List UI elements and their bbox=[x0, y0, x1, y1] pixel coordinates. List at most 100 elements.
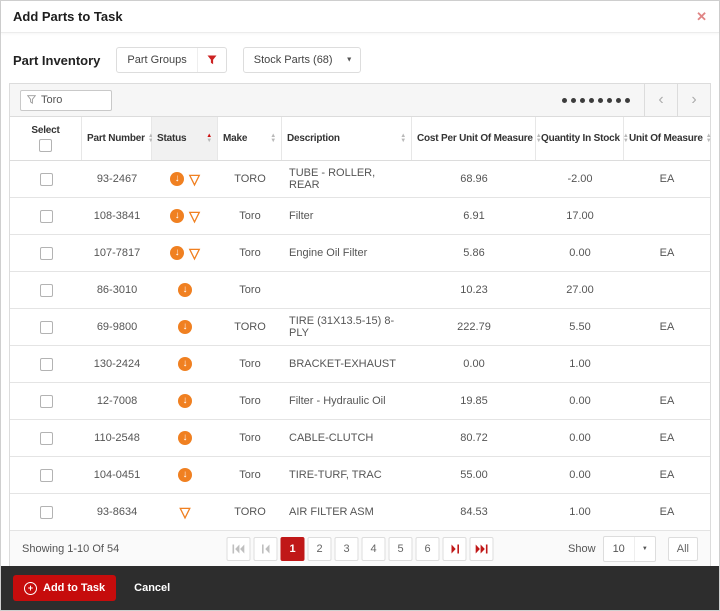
column-header-cost[interactable]: Cost Per Unit Of Measure bbox=[412, 117, 536, 160]
quantity-cell: 0.00 bbox=[536, 457, 624, 493]
part-number-cell: 12-7008 bbox=[82, 383, 152, 419]
arrow-down-circle-icon bbox=[170, 246, 184, 260]
warning-triangle-icon bbox=[180, 505, 191, 519]
column-header-make[interactable]: Make bbox=[218, 117, 282, 160]
column-header-uom[interactable]: Unit Of Measure bbox=[624, 117, 710, 160]
columns-next-button[interactable] bbox=[677, 84, 710, 116]
description-cell: AIR FILTER ASM bbox=[282, 494, 412, 530]
close-icon[interactable] bbox=[696, 10, 707, 23]
row-checkbox[interactable] bbox=[40, 469, 53, 482]
parts-grid: Select Part Number Status Make Descripti… bbox=[9, 83, 711, 567]
row-select-cell bbox=[10, 161, 82, 197]
status-cell bbox=[152, 198, 218, 234]
quantity-cell: 0.00 bbox=[536, 383, 624, 419]
cost-cell: 84.53 bbox=[412, 494, 536, 530]
uom-cell: EA bbox=[624, 309, 710, 345]
part-number-cell: 86-3010 bbox=[82, 272, 152, 308]
column-header-part-number[interactable]: Part Number bbox=[82, 117, 152, 160]
columns-prev-button[interactable] bbox=[644, 84, 677, 116]
cost-cell: 55.00 bbox=[412, 457, 536, 493]
row-checkbox[interactable] bbox=[40, 173, 53, 186]
table-row: 130-2424 Toro BRACKET-EXHAUST 0.00 1.00 bbox=[10, 346, 710, 383]
page-size-value: 10 bbox=[604, 537, 634, 561]
page-button-6[interactable]: 6 bbox=[416, 537, 440, 561]
grid-filter-box[interactable] bbox=[20, 90, 112, 111]
page-button-4[interactable]: 4 bbox=[362, 537, 386, 561]
part-number-cell: 130-2424 bbox=[82, 346, 152, 382]
part-groups-button[interactable]: Part Groups bbox=[116, 47, 226, 73]
grid-footer: Showing 1-10 Of 54 123456 Show bbox=[10, 531, 710, 566]
quantity-cell: 0.00 bbox=[536, 235, 624, 271]
section-label: Part Inventory bbox=[13, 53, 100, 68]
row-checkbox[interactable] bbox=[40, 358, 53, 371]
dot-icon bbox=[607, 98, 612, 103]
column-header-select: Select bbox=[10, 117, 82, 160]
select-all-checkbox[interactable] bbox=[39, 139, 52, 152]
page-button-1[interactable]: 1 bbox=[281, 537, 305, 561]
description-cell: Filter bbox=[282, 198, 412, 234]
filter-icon bbox=[197, 48, 226, 72]
make-cell: Toro bbox=[218, 235, 282, 271]
description-cell: Filter - Hydraulic Oil bbox=[282, 383, 412, 419]
uom-cell bbox=[624, 272, 710, 308]
stock-parts-value: Stock Parts (68) bbox=[254, 54, 333, 66]
dot-icon bbox=[589, 98, 594, 103]
add-to-task-button[interactable]: Add to Task bbox=[13, 575, 116, 601]
row-checkbox[interactable] bbox=[40, 284, 53, 297]
prev-page-button[interactable] bbox=[254, 537, 278, 561]
column-header-quantity[interactable]: Quantity In Stock bbox=[536, 117, 624, 160]
last-page-button[interactable] bbox=[470, 537, 494, 561]
row-checkbox[interactable] bbox=[40, 506, 53, 519]
warning-triangle-icon bbox=[189, 172, 200, 186]
show-all-button[interactable]: All bbox=[668, 537, 698, 561]
status-cell bbox=[152, 383, 218, 419]
table-row: 108-3841 Toro Filter 6.91 17.00 bbox=[10, 198, 710, 235]
uom-cell: EA bbox=[624, 457, 710, 493]
make-cell: Toro bbox=[218, 420, 282, 456]
column-header-description[interactable]: Description bbox=[282, 117, 412, 160]
page-button-2[interactable]: 2 bbox=[308, 537, 332, 561]
row-checkbox[interactable] bbox=[40, 432, 53, 445]
page-size-select[interactable]: 10 bbox=[603, 536, 656, 562]
row-select-cell bbox=[10, 346, 82, 382]
description-cell: BRACKET-EXHAUST bbox=[282, 346, 412, 382]
row-checkbox[interactable] bbox=[40, 247, 53, 260]
row-select-cell bbox=[10, 309, 82, 345]
arrow-down-circle-icon bbox=[178, 283, 192, 297]
cost-cell: 222.79 bbox=[412, 309, 536, 345]
row-select-cell bbox=[10, 198, 82, 234]
cancel-button[interactable]: Cancel bbox=[134, 582, 170, 594]
dot-icon bbox=[616, 98, 621, 103]
uom-cell bbox=[624, 198, 710, 234]
make-cell: Toro bbox=[218, 346, 282, 382]
select-header-label: Select bbox=[31, 125, 59, 136]
page-button-5[interactable]: 5 bbox=[389, 537, 413, 561]
next-page-button[interactable] bbox=[443, 537, 467, 561]
row-select-cell bbox=[10, 420, 82, 456]
uom-cell: EA bbox=[624, 494, 710, 530]
page-list: 123456 bbox=[281, 537, 440, 561]
stock-parts-select[interactable]: Stock Parts (68) bbox=[243, 47, 361, 73]
row-checkbox[interactable] bbox=[40, 321, 53, 334]
first-page-button[interactable] bbox=[227, 537, 251, 561]
uom-cell: EA bbox=[624, 161, 710, 197]
table-row: 110-2548 Toro CABLE-CLUTCH 80.72 0.00 EA bbox=[10, 420, 710, 457]
row-checkbox[interactable] bbox=[40, 395, 53, 408]
row-select-cell bbox=[10, 383, 82, 419]
arrow-down-circle-icon bbox=[178, 468, 192, 482]
table-row: 93-8634 TORO AIR FILTER ASM 84.53 1.00 E… bbox=[10, 494, 710, 531]
quantity-cell: 1.00 bbox=[536, 346, 624, 382]
table-row: 107-7817 Toro Engine Oil Filter 5.86 0.0… bbox=[10, 235, 710, 272]
modal-title: Add Parts to Task bbox=[13, 9, 123, 24]
row-checkbox[interactable] bbox=[40, 210, 53, 223]
description-cell: TUBE - ROLLER, REAR bbox=[282, 161, 412, 197]
dot-icon bbox=[625, 98, 630, 103]
grid-filter-input[interactable] bbox=[41, 94, 105, 106]
column-header-status[interactable]: Status bbox=[152, 117, 218, 160]
action-bar: Add to Task Cancel bbox=[1, 566, 719, 610]
table-row: 104-0451 Toro TIRE-TURF, TRAC 55.00 0.00… bbox=[10, 457, 710, 494]
arrow-down-circle-icon bbox=[170, 172, 184, 186]
arrow-down-circle-icon bbox=[178, 394, 192, 408]
page-button-3[interactable]: 3 bbox=[335, 537, 359, 561]
part-number-cell: 107-7817 bbox=[82, 235, 152, 271]
